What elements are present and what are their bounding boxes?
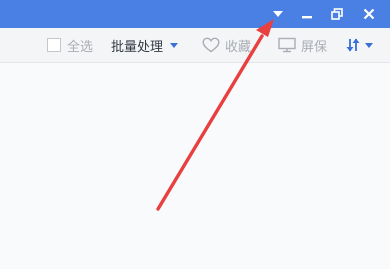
screensaver-button[interactable]: 屏保 (278, 28, 327, 62)
menu-dropdown-button[interactable] (265, 3, 291, 25)
select-all-label: 全选 (67, 39, 94, 55)
select-all-checkbox[interactable] (47, 38, 61, 52)
minimize-button[interactable] (294, 3, 320, 25)
minimize-icon (302, 16, 312, 19)
toolbar: 全选 批量处理 收藏 屏保 (0, 28, 390, 63)
favorite-label: 收藏 (225, 39, 252, 55)
content-area (0, 63, 390, 269)
restore-icon (331, 8, 343, 20)
caret-down-icon (170, 43, 179, 48)
heart-icon (202, 37, 220, 53)
monitor-icon (278, 37, 296, 53)
restore-button[interactable] (324, 3, 350, 25)
title-bar (0, 0, 390, 28)
menu-dropdown-icon (273, 11, 283, 17)
select-all-control[interactable]: 全选 (47, 28, 93, 62)
caret-down-icon (365, 43, 373, 48)
close-button[interactable] (356, 3, 382, 25)
close-icon (363, 8, 375, 20)
screensaver-label: 屏保 (301, 39, 328, 55)
batch-process-button[interactable]: 批量处理 (111, 28, 179, 62)
batch-process-label: 批量处理 (111, 39, 164, 55)
sort-button[interactable] (345, 28, 374, 62)
favorite-button[interactable]: 收藏 (202, 28, 251, 62)
sort-icon (346, 38, 360, 52)
